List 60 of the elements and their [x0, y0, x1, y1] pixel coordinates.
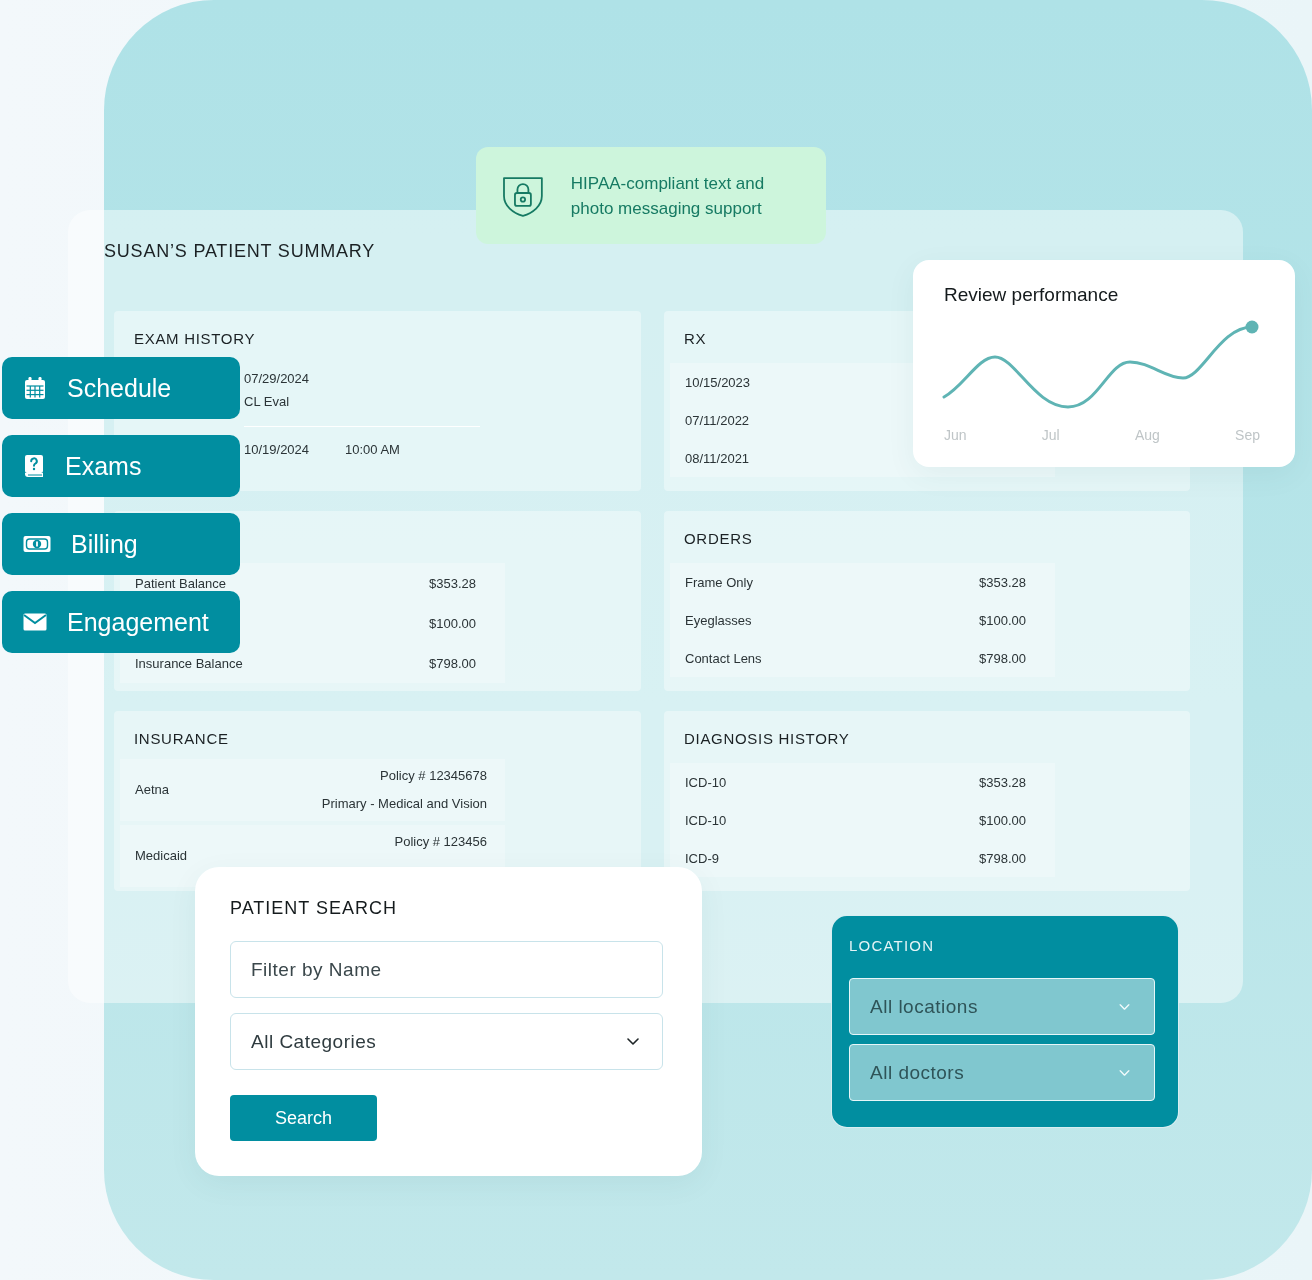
row-label: ICD-9 — [685, 850, 719, 866]
name-filter-field[interactable]: Filter by Name — [230, 941, 663, 998]
review-title: Review performance — [944, 284, 1119, 306]
exam-date: 07/29/2024 — [244, 370, 310, 388]
row-value: $353.28 — [979, 774, 1026, 790]
chevron-down-icon — [1119, 1003, 1130, 1010]
row-value: $100.00 — [429, 615, 476, 631]
row-label: Contact Lens — [685, 650, 762, 666]
row-label: Patient Balance — [135, 575, 227, 591]
axis-label: Sep — [1235, 428, 1260, 442]
search-button[interactable]: Search — [230, 1095, 377, 1141]
exam-time: 10:00 AM — [345, 441, 400, 459]
hipaa-message: HIPAA-compliant text and photo messaging support — [570, 172, 766, 220]
nav-button[interactable]: Billing — [2, 513, 240, 575]
row-label: Eyeglasses — [685, 612, 752, 628]
policy-text: Primary - Medical and Vision — [321, 795, 487, 813]
rx-date: 08/11/2021 — [685, 450, 750, 466]
section-title: INSURANCE — [134, 730, 229, 748]
rx-date: 07/11/2022 — [685, 412, 750, 428]
row-value: $798.00 — [979, 850, 1026, 866]
data-point-icon — [1245, 320, 1259, 334]
section-title: RX — [684, 330, 707, 348]
row-label: ICD-10 — [685, 774, 727, 790]
row-value: $353.28 — [429, 575, 476, 591]
nav-button[interactable]: Exams — [2, 435, 240, 497]
policy-text: Policy # 12345678 — [380, 767, 487, 785]
location-title: LOCATION — [849, 937, 935, 955]
row-label: Frame Only — [685, 574, 753, 590]
row-value: $798.00 — [429, 655, 476, 671]
axis-label: Aug — [1134, 428, 1160, 442]
exam-date: 10/19/2024 — [244, 441, 311, 459]
section-title: EXAM HISTORY — [134, 330, 256, 348]
axis-label: Jul — [1041, 428, 1060, 442]
question-book-icon — [23, 454, 45, 478]
row-label: Insurance Balance — [135, 655, 243, 671]
row-label: ICD-10 — [685, 812, 727, 828]
rx-date: 10/15/2023 — [685, 374, 751, 390]
calendar-icon — [23, 376, 47, 400]
section-title: DIAGNOSIS HISTORY — [684, 730, 850, 748]
row-value: $353.28 — [979, 574, 1026, 590]
summary-title: SUSAN’S PATIENT SUMMARY — [104, 240, 376, 262]
policy-text: Policy # 123456 — [394, 833, 487, 851]
row-value: $100.00 — [979, 812, 1026, 828]
chevron-down-icon — [627, 1038, 639, 1045]
nav-button[interactable]: Engagement — [2, 591, 240, 653]
row-value: $100.00 — [979, 612, 1026, 628]
location-select[interactable]: All locations — [849, 978, 1155, 1035]
chevron-down-icon — [1119, 1069, 1130, 1076]
row-value: $798.00 — [979, 650, 1026, 666]
section-title: ORDERS — [684, 530, 753, 548]
axis-label: Jun — [944, 428, 967, 442]
location-select[interactable]: All doctors — [849, 1044, 1155, 1101]
envelope-icon — [23, 613, 47, 631]
search-card-title: PATIENT SEARCH — [230, 897, 398, 919]
exam-type: CL Eval — [244, 393, 290, 411]
insurer-name: Aetna — [135, 783, 169, 797]
category-select[interactable]: All Categories — [230, 1013, 663, 1070]
nav-button[interactable]: Schedule — [2, 357, 240, 419]
banknote-icon — [23, 535, 51, 553]
insurer-name: Medicaid — [135, 849, 188, 863]
